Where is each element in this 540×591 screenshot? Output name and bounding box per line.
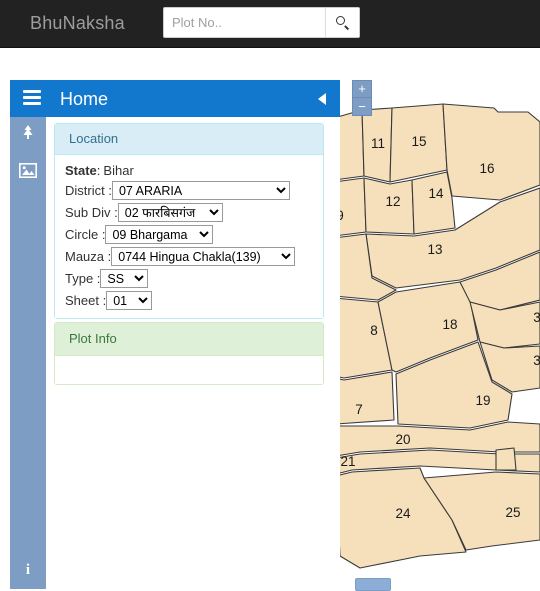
mauza-select[interactable]: 0744 Hingua Chakla(139)	[111, 247, 296, 266]
circle-select[interactable]: 09 Bhargama	[105, 225, 214, 244]
district-select[interactable]: 07 ARARIA	[111, 181, 290, 200]
svg-text:13: 13	[427, 242, 442, 257]
svg-text:25: 25	[505, 505, 520, 520]
location-card-body: State: Bihar District : 07 ARARIA Sub Di…	[55, 155, 323, 318]
sheet-select[interactable]: 01	[106, 291, 153, 310]
svg-text:14: 14	[428, 186, 444, 201]
svg-text:16: 16	[479, 161, 494, 176]
circle-label: Circle :	[65, 227, 106, 242]
info-icon: i	[25, 561, 31, 578]
subdivision-select[interactable]: 02 फारबिसगंज	[117, 203, 223, 222]
search-input[interactable]	[164, 8, 326, 37]
type-row: Type : SS	[65, 269, 313, 288]
image-icon	[19, 163, 37, 181]
svg-text:20: 20	[395, 432, 410, 447]
district-label: District :	[65, 183, 112, 198]
side-panel: Location State: Bihar District : 07 ARAR…	[46, 117, 340, 589]
sheet-label: Sheet :	[65, 293, 107, 308]
zoom-in-button[interactable]: +	[352, 80, 372, 98]
top-navbar: BhuNaksha	[0, 0, 540, 48]
search-icon	[335, 15, 350, 30]
subdivision-label: Sub Div :	[65, 205, 118, 220]
svg-text:8: 8	[370, 323, 378, 338]
circle-row: Circle : 09 Bhargama	[65, 225, 313, 244]
mauza-label: Mauza :	[65, 249, 112, 264]
svg-text:12: 12	[385, 194, 400, 209]
sheet-row: Sheet : 01	[65, 291, 313, 310]
tool-rail: i	[10, 115, 46, 589]
tree-icon	[20, 124, 36, 145]
svg-text:24: 24	[395, 506, 411, 521]
plot-info-card-title: Plot Info	[55, 323, 323, 356]
type-label: Type :	[65, 271, 101, 286]
svg-text:19: 19	[475, 393, 490, 408]
panel-title: Home	[60, 89, 109, 109]
plot-info-card: Plot Info	[54, 322, 324, 385]
svg-text:15: 15	[411, 134, 426, 149]
hamburger-icon[interactable]	[23, 90, 41, 106]
svg-text:7: 7	[355, 402, 363, 417]
mauza-row: Mauza : 0744 Hingua Chakla(139)	[65, 247, 313, 266]
svg-text:3: 3	[533, 310, 540, 325]
plot-info-card-body	[55, 356, 323, 384]
chevron-left-icon[interactable]	[318, 93, 326, 105]
panel-header: Home	[10, 80, 340, 117]
state-row: State: Bihar	[65, 163, 313, 178]
subdivision-row: Sub Div : 02 फारबिसगंज	[65, 203, 313, 222]
state-label: State:	[65, 163, 101, 178]
map-bottom-control[interactable]	[355, 578, 391, 591]
search-box	[163, 7, 360, 38]
map-zoom-controls[interactable]: + −	[352, 80, 372, 116]
type-select[interactable]: SS	[100, 269, 149, 288]
zoom-out-button[interactable]: −	[352, 98, 372, 116]
location-card: Location State: Bihar District : 07 ARAR…	[54, 123, 324, 319]
location-card-title: Location	[55, 124, 323, 155]
state-value: Bihar	[103, 163, 134, 178]
app-brand: BhuNaksha	[30, 13, 125, 33]
search-button[interactable]	[325, 8, 359, 37]
svg-text:21: 21	[340, 454, 355, 469]
district-row: District : 07 ARARIA	[65, 181, 313, 200]
sidebar-item-info[interactable]: i	[10, 551, 46, 589]
svg-text:11: 11	[371, 136, 385, 151]
svg-text:18: 18	[442, 317, 457, 332]
sidebar-item-basemap[interactable]	[10, 153, 46, 191]
sidebar-item-layers-tree[interactable]	[10, 115, 46, 153]
svg-text:3: 3	[533, 353, 540, 368]
